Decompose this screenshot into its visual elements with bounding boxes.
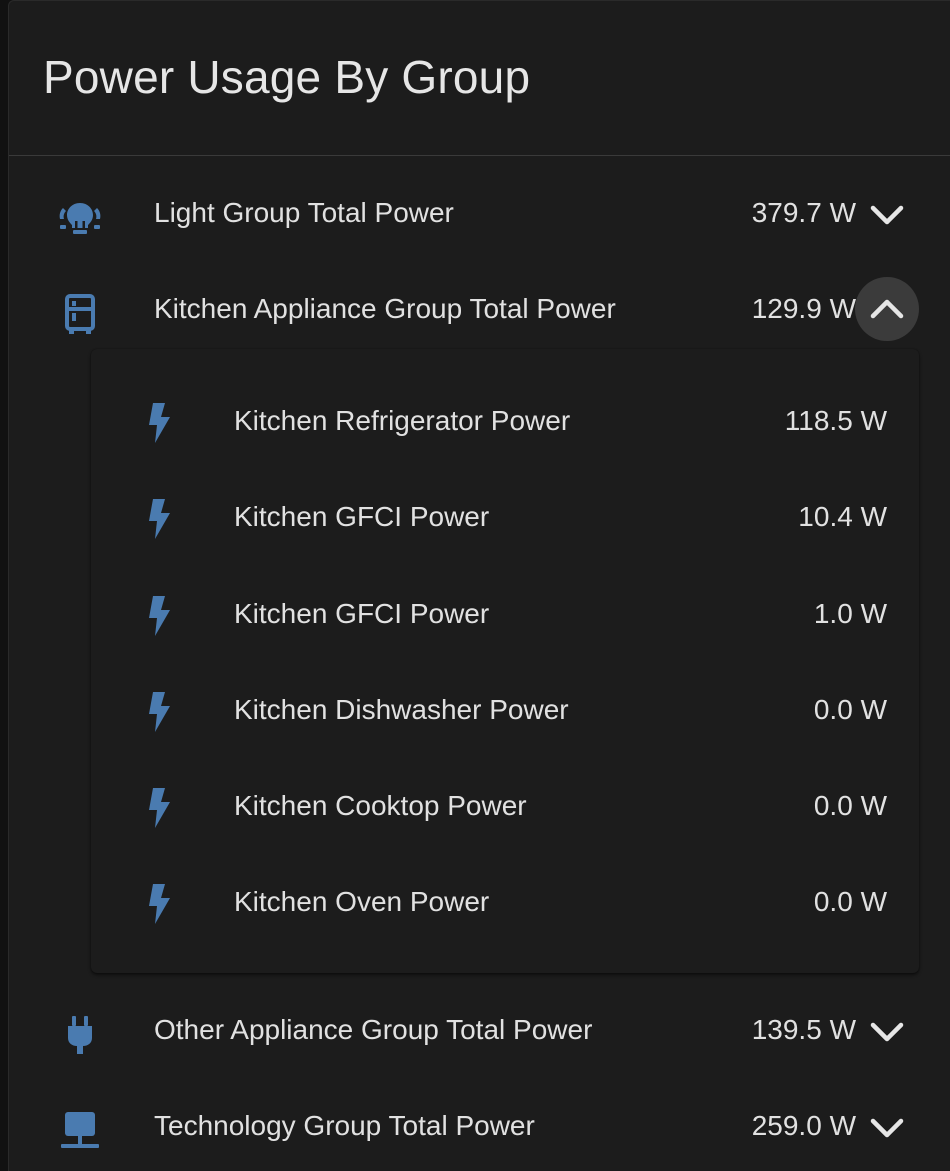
entity-value: 0.0 W xyxy=(813,694,887,725)
entity-value: 0.0 W xyxy=(813,790,887,821)
kitchen-appliance-subpanel: Kitchen Refrigerator Power 118.5 W Kitch… xyxy=(91,349,919,973)
flash-icon xyxy=(149,499,170,539)
monitor-network-icon xyxy=(57,1108,103,1154)
entity-label: Kitchen GFCI Power xyxy=(234,501,490,532)
entity-value: 0.0 W xyxy=(813,886,887,917)
flash-icon xyxy=(149,403,170,443)
entity-label: Kitchen Refrigerator Power xyxy=(234,405,571,436)
entity-row[interactable]: Kitchen GFCI Power 10.4 W xyxy=(91,445,919,541)
group-row-kitchen-appliance[interactable]: Kitchen Appliance Group Total Power 129.… xyxy=(9,263,950,359)
entity-row[interactable]: Kitchen Refrigerator Power 118.5 W xyxy=(91,349,919,445)
chevron-down-icon xyxy=(870,1022,904,1042)
expand-chevron-button[interactable] xyxy=(855,1000,919,1064)
entity-label: Kitchen Cooktop Power xyxy=(234,790,527,821)
chevron-down-icon xyxy=(870,205,904,225)
entity-label: Kitchen Dishwasher Power xyxy=(234,694,569,725)
expand-chevron-button[interactable] xyxy=(855,1096,919,1160)
group-label: Light Group Total Power xyxy=(154,197,454,228)
group-row-other-appliance[interactable]: Other Appliance Group Total Power 139.5 … xyxy=(9,984,950,1080)
flash-icon xyxy=(149,788,170,828)
lightbulb-group-icon xyxy=(57,195,103,241)
card-header: Power Usage By Group xyxy=(9,1,950,156)
power-plug-icon xyxy=(57,1012,103,1058)
chevron-up-icon xyxy=(870,299,904,319)
entity-value: 118.5 W xyxy=(784,405,887,436)
flash-icon xyxy=(149,692,170,732)
flash-icon xyxy=(149,596,170,636)
group-value: 129.9 W xyxy=(751,293,856,324)
group-value: 139.5 W xyxy=(751,1014,856,1045)
group-label: Technology Group Total Power xyxy=(154,1110,535,1141)
entity-row[interactable]: Kitchen Oven Power 0.0 W xyxy=(91,830,919,926)
group-value: 379.7 W xyxy=(751,197,856,228)
collapse-chevron-button[interactable] xyxy=(855,277,919,341)
card-title: Power Usage By Group xyxy=(43,51,531,103)
entity-row[interactable]: Kitchen Dishwasher Power 0.0 W xyxy=(91,638,919,734)
group-label: Kitchen Appliance Group Total Power xyxy=(154,293,616,324)
flash-icon xyxy=(149,884,170,924)
entity-row[interactable]: Kitchen Cooktop Power 0.0 W xyxy=(91,734,919,830)
expand-chevron-button[interactable] xyxy=(855,183,919,247)
entity-label: Kitchen Oven Power xyxy=(234,886,490,917)
entity-value: 1.0 W xyxy=(813,598,887,629)
chevron-down-icon xyxy=(870,1118,904,1138)
entity-label: Kitchen GFCI Power xyxy=(234,598,490,629)
entity-value: 10.4 W xyxy=(798,501,887,532)
fridge-icon xyxy=(57,291,103,337)
group-label: Other Appliance Group Total Power xyxy=(154,1014,593,1045)
power-usage-card: Power Usage By Group Light Group Total P… xyxy=(8,0,950,1171)
group-row-technology[interactable]: Technology Group Total Power 259.0 W xyxy=(9,1080,950,1171)
group-value: 259.0 W xyxy=(751,1110,856,1141)
group-row-light[interactable]: Light Group Total Power 379.7 W xyxy=(9,167,950,263)
entity-row[interactable]: Kitchen GFCI Power 1.0 W xyxy=(91,542,919,638)
